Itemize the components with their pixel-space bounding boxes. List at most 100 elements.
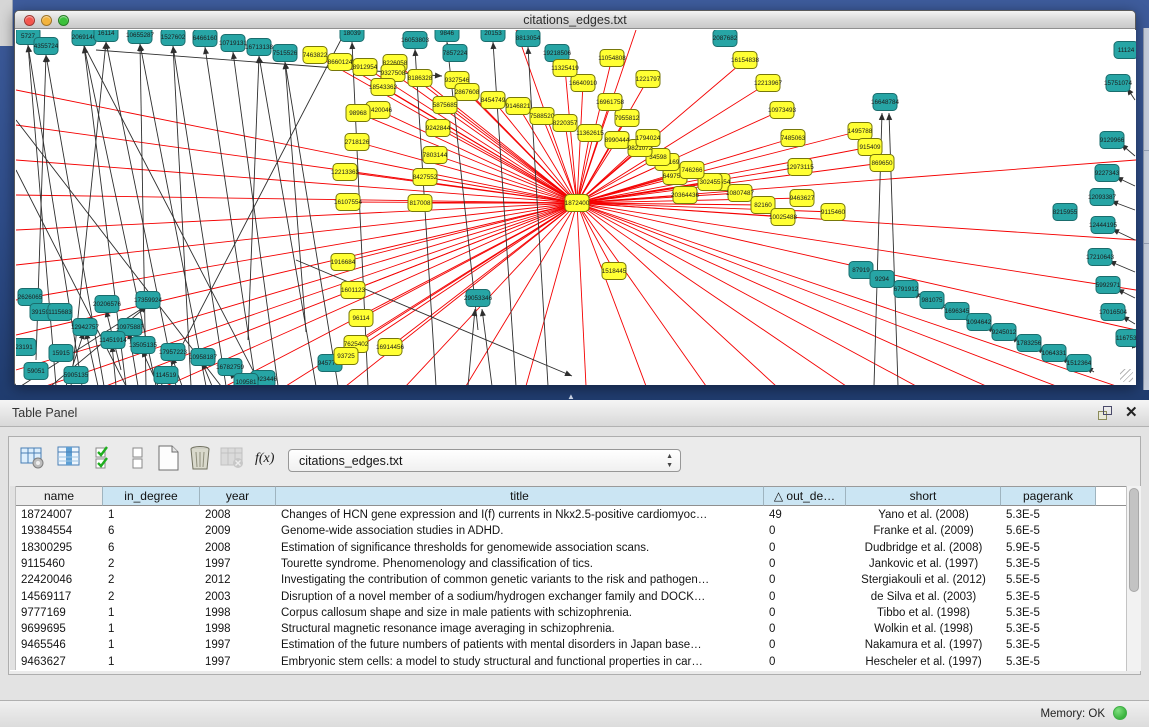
table-row[interactable]: 2242004622012Investigating the contribut… — [16, 572, 1126, 589]
table-row[interactable]: 1938455462009Genome-wide association stu… — [16, 523, 1126, 540]
graph-edge[interactable] — [16, 203, 577, 335]
graph-edge[interactable] — [528, 47, 548, 385]
graph-edge[interactable] — [259, 56, 316, 385]
graph-node-label: 8186328 — [408, 75, 433, 82]
float-panel-icon[interactable] — [1098, 406, 1113, 421]
graph-edge[interactable] — [166, 203, 577, 385]
column-header-in_degree[interactable]: in_degree — [103, 486, 200, 506]
graph-edge[interactable] — [140, 44, 206, 385]
new-column-button[interactable] — [155, 444, 185, 476]
column-header-name[interactable]: name — [16, 486, 103, 506]
graph-edge[interactable] — [577, 203, 1116, 385]
cell-name: 14569117 — [16, 589, 103, 606]
cell-year: 2008 — [200, 540, 276, 557]
graph-node-label: 1794024 — [636, 135, 661, 142]
cell-title: Genome-wide association studies in ADHD. — [276, 523, 764, 540]
table-chooser-value: citations_edges.txt — [299, 454, 403, 468]
graph-edge[interactable] — [28, 45, 56, 385]
table-row[interactable]: 1872400712008Changes of HCN gene express… — [16, 507, 1126, 524]
graph-edge[interactable] — [161, 30, 346, 385]
graph-edge-arrowhead — [104, 42, 110, 49]
table-header-row: namein_degreeyeartitle△ out_de…shortpage… — [16, 486, 1132, 506]
graph-edge[interactable] — [577, 203, 706, 385]
table-row[interactable]: 946362711997Embryonic stem cells: a mode… — [16, 654, 1126, 671]
graph-node-label: 13505135 — [129, 342, 158, 349]
graph-node-label: 114519 — [156, 372, 177, 379]
cell-pagerank: 5.9E-5 — [1001, 540, 1096, 557]
graph-node-label: 8660124 — [328, 59, 353, 66]
graph-edge[interactable] — [482, 309, 492, 385]
graph-edge-arrowhead — [435, 72, 442, 78]
cell-name: 19384554 — [16, 523, 103, 540]
graph-edge[interactable] — [358, 113, 577, 203]
unselect-all-button[interactable] — [125, 444, 155, 476]
cell-name: 9699695 — [16, 621, 103, 638]
graph-node-label: 7857224 — [443, 50, 468, 57]
graph-node-label: 4355724 — [34, 43, 59, 50]
close-panel-icon[interactable]: ✕ — [1125, 403, 1138, 421]
network-canvas[interactable]: 5727435572420691401611410655287152760264… — [16, 30, 1136, 385]
table-row[interactable]: 1830029562008Estimation of significance … — [16, 540, 1126, 557]
table-row[interactable]: 911546021997Tourette syndrome. Phenomeno… — [16, 556, 1126, 573]
cell-in_degree: 1 — [103, 507, 200, 524]
cell-year: 2009 — [200, 523, 276, 540]
graph-node-label: 817008 — [409, 200, 431, 207]
show-column-button[interactable] — [56, 444, 86, 476]
graph-node-label: 18543362 — [369, 84, 398, 91]
graph-node-label: 87919 — [852, 267, 870, 274]
graph-node-label: 12213967 — [754, 80, 783, 87]
table-row[interactable]: 1456911722003Disruption of a novel membe… — [16, 589, 1126, 606]
window-resize-grip[interactable] — [1120, 369, 1133, 382]
graph-node-label: 20153 — [484, 30, 502, 37]
graph-edge[interactable] — [577, 203, 646, 385]
network-window-title: citations_edges.txt — [15, 13, 1135, 27]
delete-column-button[interactable] — [187, 444, 217, 476]
cell-title: Embryonic stem cells: a model to study s… — [276, 654, 764, 671]
graph-node-label: 20206576 — [93, 301, 122, 308]
memory-status-label: Memory: OK — [1040, 708, 1105, 720]
graph-edge[interactable] — [383, 87, 577, 203]
graph-edge[interactable] — [226, 203, 577, 385]
graph-node-label: 8427552 — [413, 174, 438, 181]
graph-edge[interactable] — [438, 128, 577, 203]
column-header-pagerank[interactable]: pagerank — [1001, 486, 1096, 506]
cell-title: Tourette syndrome. Phenomenology and cla… — [276, 556, 764, 573]
scrollbar-thumb[interactable] — [1129, 488, 1139, 592]
network-window-titlebar[interactable]: citations_edges.txt — [15, 11, 1135, 29]
column-header-title[interactable]: title — [276, 486, 764, 506]
function-builder-button[interactable]: f(x) — [255, 451, 285, 483]
graph-edge[interactable] — [577, 203, 846, 385]
graph-node-label: 10719131 — [219, 40, 248, 47]
graph-node-label: 5875685 — [433, 102, 458, 109]
table-row[interactable]: 969969511998Structural magnetic resonanc… — [16, 621, 1126, 638]
table-panel: Table Panel ✕ — [0, 400, 1149, 700]
graph-node-label: 2867608 — [455, 89, 480, 96]
graph-node-label: 1601123 — [341, 287, 366, 294]
table-chooser-dropdown[interactable]: citations_edges.txt ▲▼ — [288, 449, 681, 472]
column-header-year[interactable]: year — [200, 486, 276, 506]
graph-edge[interactable] — [577, 203, 916, 385]
table-settings-button[interactable] — [19, 444, 49, 476]
graph-node-label: 5992971 — [1096, 282, 1121, 289]
graph-node-label: 12942757 — [71, 324, 100, 331]
table-vertical-scrollbar[interactable] — [1126, 486, 1141, 671]
table-row[interactable]: 977716911998Corpus callosum shape and si… — [16, 605, 1126, 622]
graph-edge[interactable] — [233, 52, 278, 385]
cell-out_de: 0 — [764, 540, 846, 557]
graph-node-label: 1094642 — [967, 319, 992, 326]
graph-edge[interactable] — [577, 203, 586, 385]
column-header-short[interactable]: short — [846, 486, 1001, 506]
cell-in_degree: 2 — [103, 556, 200, 573]
graph-edge[interactable] — [285, 62, 306, 332]
table-toolbar: f(x) citations_edges.txt ▲▼ — [9, 437, 1140, 485]
graph-node-label: 7515526 — [273, 50, 298, 57]
graph-node-label: 6791912 — [894, 286, 919, 293]
table-row[interactable]: 946554611997Estimation of the future num… — [16, 637, 1126, 654]
cell-title: Changes of HCN gene expression and I(f) … — [276, 507, 764, 524]
graph-edge[interactable] — [343, 203, 577, 262]
graph-edge-arrowhead — [886, 113, 892, 120]
select-all-button[interactable] — [93, 444, 123, 476]
graph-edge[interactable] — [285, 62, 338, 385]
column-header-out_de[interactable]: △ out_de… — [764, 486, 846, 506]
graph-edge[interactable] — [16, 203, 577, 300]
